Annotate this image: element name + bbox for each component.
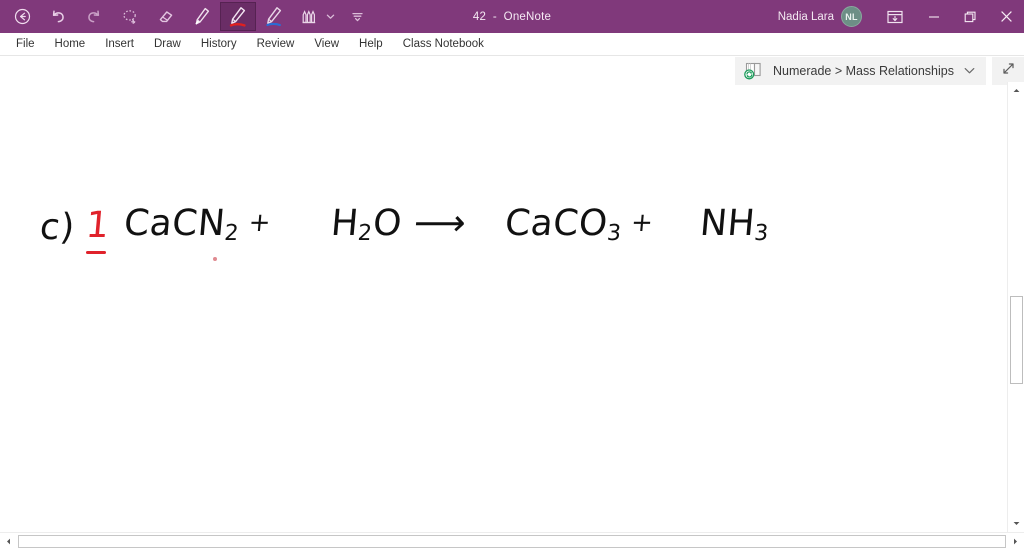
ink-underline-red (86, 251, 106, 254)
pen-red-icon[interactable] (220, 2, 256, 31)
redo-icon[interactable] (76, 2, 112, 31)
title-bar-right: Nadia Lara NL (778, 0, 1024, 33)
menu-bar: File Home Insert Draw History Review Vie… (0, 33, 1024, 56)
pen-blue-icon[interactable] (256, 2, 292, 31)
menu-item-draw[interactable]: Draw (144, 33, 191, 56)
menu-item-review[interactable]: Review (247, 33, 305, 56)
breadcrumb[interactable]: Numerade > Mass Relationships (735, 56, 986, 85)
lasso-select-icon[interactable] (112, 2, 148, 31)
horizontal-scrollbar-thumb[interactable] (18, 535, 1006, 548)
ink-stray-dot (213, 257, 217, 261)
scroll-up-icon[interactable] (1008, 82, 1024, 99)
breadcrumb-strip: Numerade > Mass Relationships (0, 56, 1024, 85)
scroll-down-icon[interactable] (1008, 515, 1024, 532)
title-bar: 42 - OneNote Nadia Lara NL (0, 0, 1024, 33)
expand-button[interactable] (992, 56, 1024, 85)
page-canvas[interactable]: c) 1 CaCN2 + H2O ⟶ CaCO3 + NH3 (0, 85, 1007, 532)
minimize-button[interactable] (916, 0, 952, 33)
vertical-scrollbar-thumb[interactable] (1010, 296, 1023, 384)
maximize-button[interactable] (952, 0, 988, 33)
ink-stroke-cacn2: CaCN2 + (122, 203, 273, 246)
ink-stroke-c-paren: c) (38, 207, 77, 248)
ink-stroke-nh3: NH3 (698, 203, 770, 246)
expand-diagonal-icon (1001, 61, 1016, 81)
pen-set-control[interactable] (292, 2, 339, 31)
chevron-down-icon[interactable] (963, 64, 976, 77)
menu-item-insert[interactable]: Insert (95, 33, 144, 56)
back-icon[interactable] (4, 2, 40, 31)
close-button[interactable] (988, 0, 1024, 33)
menu-item-home[interactable]: Home (45, 33, 96, 56)
avatar[interactable]: NL (841, 6, 862, 27)
pen-white-icon[interactable] (184, 2, 220, 31)
window-title: 42 - OneNote (472, 10, 552, 23)
menu-item-view[interactable]: View (304, 33, 349, 56)
onenote-window: 42 - OneNote Nadia Lara NL File Home Ins… (0, 0, 1024, 550)
menu-item-history[interactable]: History (191, 33, 247, 56)
more-ink-tools-icon[interactable] (339, 2, 375, 31)
undo-icon[interactable] (40, 2, 76, 31)
menu-item-file[interactable]: File (6, 33, 45, 56)
menu-item-help[interactable]: Help (349, 33, 393, 56)
breadcrumb-path: Numerade > Mass Relationships (773, 63, 954, 78)
eraser-icon[interactable] (148, 2, 184, 31)
ribbon-display-options-icon[interactable] (874, 0, 916, 33)
notebook-sync-icon (743, 61, 765, 81)
pen-set-icon[interactable] (292, 2, 328, 31)
horizontal-scrollbar[interactable] (0, 532, 1024, 550)
ink-stroke-caco3: CaCO3 + (503, 203, 655, 246)
ink-stroke-h2o-arrow: H2O ⟶ (329, 203, 468, 246)
scroll-right-icon[interactable] (1007, 533, 1024, 550)
scroll-left-icon[interactable] (0, 533, 17, 550)
account-name[interactable]: Nadia Lara (778, 11, 834, 23)
quick-access-toolbar (0, 0, 375, 33)
vertical-scrollbar[interactable] (1007, 82, 1024, 532)
ink-stroke-coefficient-1: 1 (84, 205, 112, 246)
menu-item-class-notebook[interactable]: Class Notebook (393, 33, 494, 56)
